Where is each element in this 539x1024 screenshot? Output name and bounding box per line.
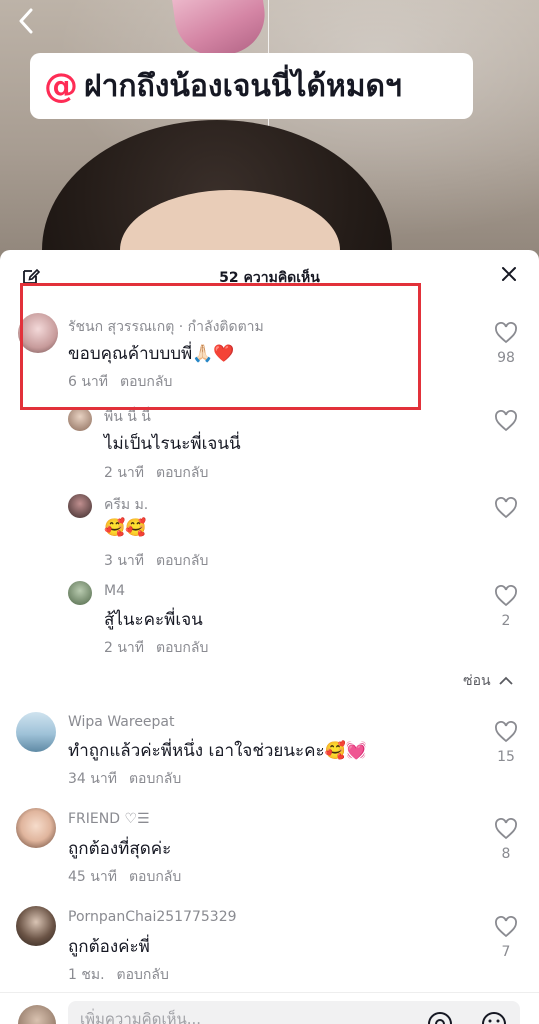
- comment-meta: 3 นาที ตอบกลับ: [104, 550, 208, 572]
- chevron-left-icon: [19, 8, 33, 34]
- avatar[interactable]: [16, 712, 56, 752]
- comment-text: ไม่เป็นไรนะพี่เจนนี่: [104, 434, 241, 454]
- reply-button[interactable]: ตอบกลับ: [156, 553, 208, 569]
- heart-icon: [495, 721, 517, 743]
- like-button[interactable]: 7: [491, 916, 521, 960]
- comment-author[interactable]: Wipa Wareepat: [68, 714, 175, 730]
- comment-author[interactable]: ครีม ม.: [104, 494, 148, 516]
- comment-author[interactable]: M4: [104, 583, 125, 599]
- like-button[interactable]: [491, 497, 521, 519]
- chevron-up-icon: [499, 676, 513, 685]
- like-button[interactable]: 15: [491, 721, 521, 765]
- comment-time: 3 นาที: [104, 553, 145, 569]
- comment-text: สู้ไนะคะพี่เจน: [104, 610, 203, 630]
- at-icon[interactable]: [427, 1011, 453, 1024]
- reply-button[interactable]: ตอบกลับ: [156, 640, 208, 656]
- reply-button[interactable]: ตอบกลับ: [129, 771, 181, 787]
- comment-time: 2 นาที: [104, 465, 145, 481]
- heart-icon: [495, 410, 517, 432]
- reply-button[interactable]: ตอบกลับ: [117, 967, 169, 983]
- comment-time: 45 นาที: [68, 869, 117, 885]
- my-avatar: [18, 1005, 56, 1024]
- comment-time: 34 นาที: [68, 771, 117, 787]
- avatar[interactable]: [68, 494, 92, 518]
- mention-at-symbol: @: [44, 66, 78, 106]
- comment-meta: 2 นาที ตอบกลับ: [104, 637, 208, 659]
- like-count: 2: [501, 613, 511, 629]
- comment-text: ทำถูกแล้วค่ะพี่หนึ่ง เอาใจช่วยนะคะ🥰💓: [68, 741, 367, 761]
- heart-icon: [495, 585, 517, 607]
- like-button[interactable]: 2: [491, 585, 521, 629]
- comment-author[interactable]: FRIEND ♡☰: [68, 811, 150, 827]
- hide-replies-label: ซ่อน: [463, 673, 491, 689]
- comment-meta: 2 นาที ตอบกลับ: [104, 462, 208, 484]
- comment-input-bar: เพิ่มความคิดเห็น...: [0, 992, 539, 1024]
- emoji-icon[interactable]: [481, 1011, 507, 1024]
- comment-meta: 1 ชม. ตอบกลับ: [68, 964, 169, 986]
- comment-meta: 34 นาที ตอบกลับ: [68, 768, 181, 790]
- comment-time: 1 ชม.: [68, 967, 105, 983]
- caption-text: ฝากถึงน้องเจนนี่ได้หมดฯ: [84, 68, 402, 104]
- like-count: 98: [497, 350, 515, 366]
- like-button[interactable]: [491, 410, 521, 432]
- like-button[interactable]: 98: [491, 322, 521, 366]
- back-button[interactable]: [18, 8, 48, 38]
- reply-button[interactable]: ตอบกลับ: [156, 465, 208, 481]
- comment-text: ถูกต้องค่ะพี่: [68, 937, 150, 957]
- reply-button[interactable]: ตอบกลับ: [129, 869, 181, 885]
- like-count: 8: [501, 846, 511, 862]
- video-player[interactable]: @ ฝากถึงน้องเจนนี่ได้หมดฯ: [0, 0, 539, 270]
- like-button[interactable]: 8: [491, 818, 521, 862]
- highlight-box: [20, 283, 421, 410]
- heart-icon: [495, 322, 517, 344]
- heart-icon: [495, 818, 517, 840]
- comment-meta: 45 นาที ตอบกลับ: [68, 866, 181, 888]
- comment-text: 🥰🥰: [104, 518, 147, 538]
- comment-author[interactable]: PornpanChai251775329: [68, 909, 237, 925]
- avatar[interactable]: [68, 407, 92, 431]
- heart-icon: [495, 916, 517, 938]
- heart-icon: [495, 497, 517, 519]
- like-count: 7: [501, 944, 511, 960]
- avatar[interactable]: [68, 581, 92, 605]
- comment-time: 2 นาที: [104, 640, 145, 656]
- like-count: 15: [497, 749, 515, 765]
- avatar[interactable]: [16, 906, 56, 946]
- hide-replies-button[interactable]: ซ่อน: [463, 670, 513, 692]
- comment-text: ถูกต้องที่สุดค่ะ: [68, 839, 172, 859]
- avatar[interactable]: [16, 808, 56, 848]
- close-icon[interactable]: [501, 266, 517, 282]
- video-caption: @ ฝากถึงน้องเจนนี่ได้หมดฯ: [30, 53, 473, 119]
